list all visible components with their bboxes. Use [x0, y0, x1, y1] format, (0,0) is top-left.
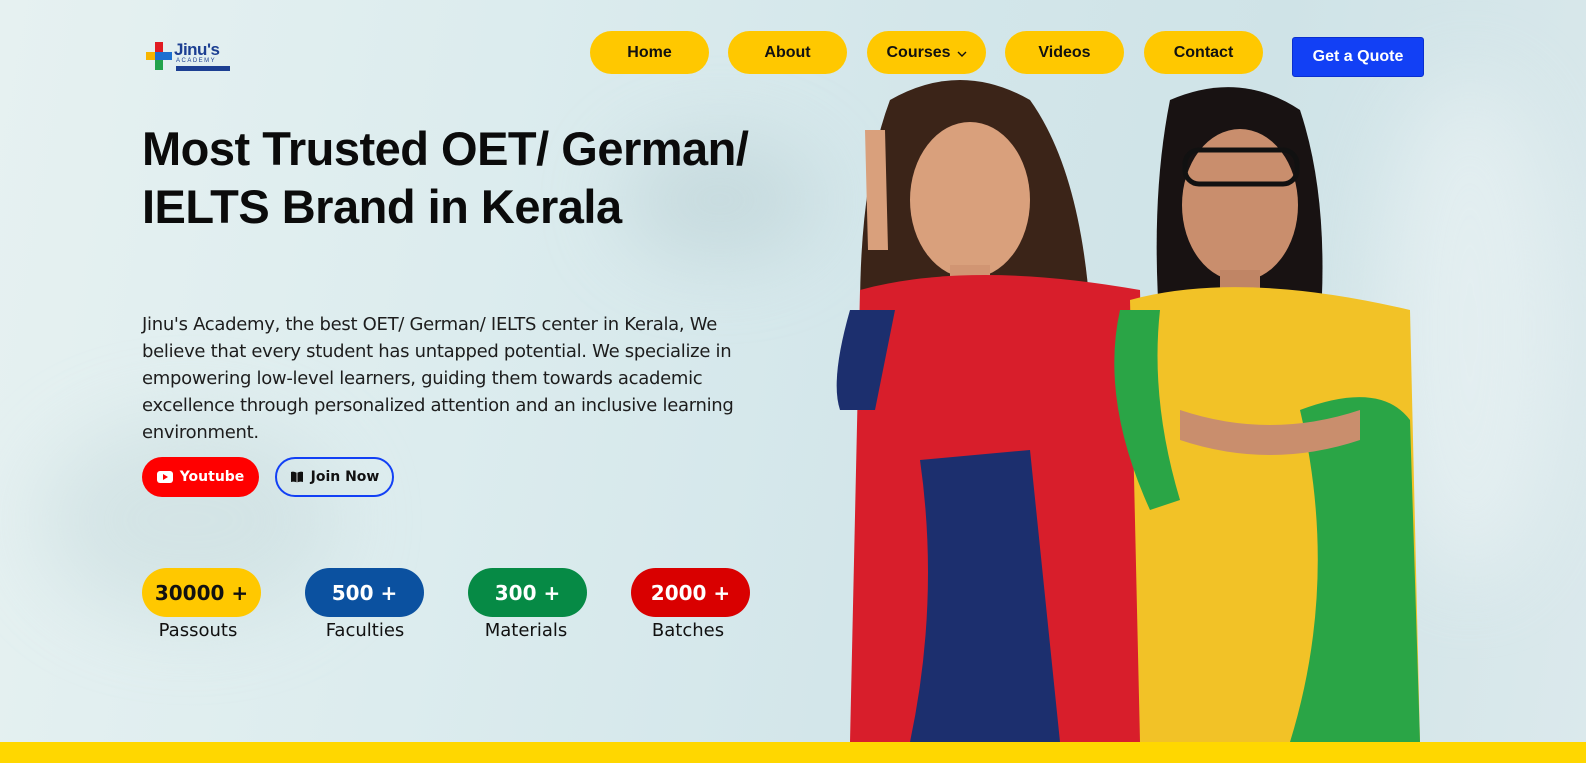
join-now-label: Join Now: [310, 469, 380, 485]
stat-batches-badge: 2000 +: [631, 568, 750, 617]
hero-presenters-image: [836, 80, 1420, 742]
stat-value: 500 +: [331, 580, 398, 605]
nav-home-label: Home: [627, 43, 672, 61]
nav-about-label: About: [764, 43, 811, 61]
stat-faculties-badge: 500 +: [305, 568, 424, 617]
nav-about[interactable]: About: [728, 31, 847, 74]
youtube-button[interactable]: Youtube: [142, 457, 259, 497]
logo-tagline-bar: [176, 66, 230, 71]
logo-text: Jinu's: [174, 40, 220, 59]
hero-description: Jinu's Academy, the best OET/ German/ IE…: [142, 314, 734, 443]
nav-home[interactable]: Home: [590, 31, 709, 74]
nav-contact-label: Contact: [1173, 43, 1234, 61]
stat-passouts-badge: 30000 +: [142, 568, 261, 617]
nav-courses-label: Courses: [886, 43, 951, 61]
stat-value: 300 +: [494, 580, 561, 605]
nav-contact[interactable]: Contact: [1144, 31, 1263, 74]
stat-materials-badge: 300 +: [468, 568, 587, 617]
brand-logo[interactable]: Jinu's ACADEMY: [146, 40, 232, 74]
stat-value: 30000 +: [154, 580, 249, 605]
hero-headline: Most Trusted OET/ German/ IELTS Brand in…: [142, 122, 749, 233]
chevron-down-icon: [957, 51, 967, 57]
youtube-label: Youtube: [179, 469, 245, 485]
nav-videos-label: Videos: [1038, 43, 1091, 61]
join-now-button[interactable]: Join Now: [275, 457, 394, 497]
book-icon: [290, 471, 303, 483]
get-a-quote-label: Get a Quote: [1312, 48, 1404, 65]
stat-passouts-label: Passouts: [158, 620, 238, 641]
stat-faculties-label: Faculties: [325, 620, 405, 641]
stat-value: 2000 +: [650, 580, 731, 605]
get-a-quote-button[interactable]: Get a Quote: [1292, 37, 1424, 77]
stat-batches-label: Batches: [651, 620, 725, 641]
logo-cross-icon: [146, 42, 172, 70]
bottom-accent-bar: [0, 742, 1586, 763]
logo-subtext: ACADEMY: [176, 58, 217, 64]
youtube-icon: [156, 471, 173, 483]
presenter-yellow-saree: [1114, 87, 1420, 742]
nav-courses[interactable]: Courses: [867, 31, 986, 74]
stat-materials-label: Materials: [484, 620, 568, 641]
nav-videos[interactable]: Videos: [1005, 31, 1124, 74]
presenter-red-saree: [836, 80, 1150, 742]
